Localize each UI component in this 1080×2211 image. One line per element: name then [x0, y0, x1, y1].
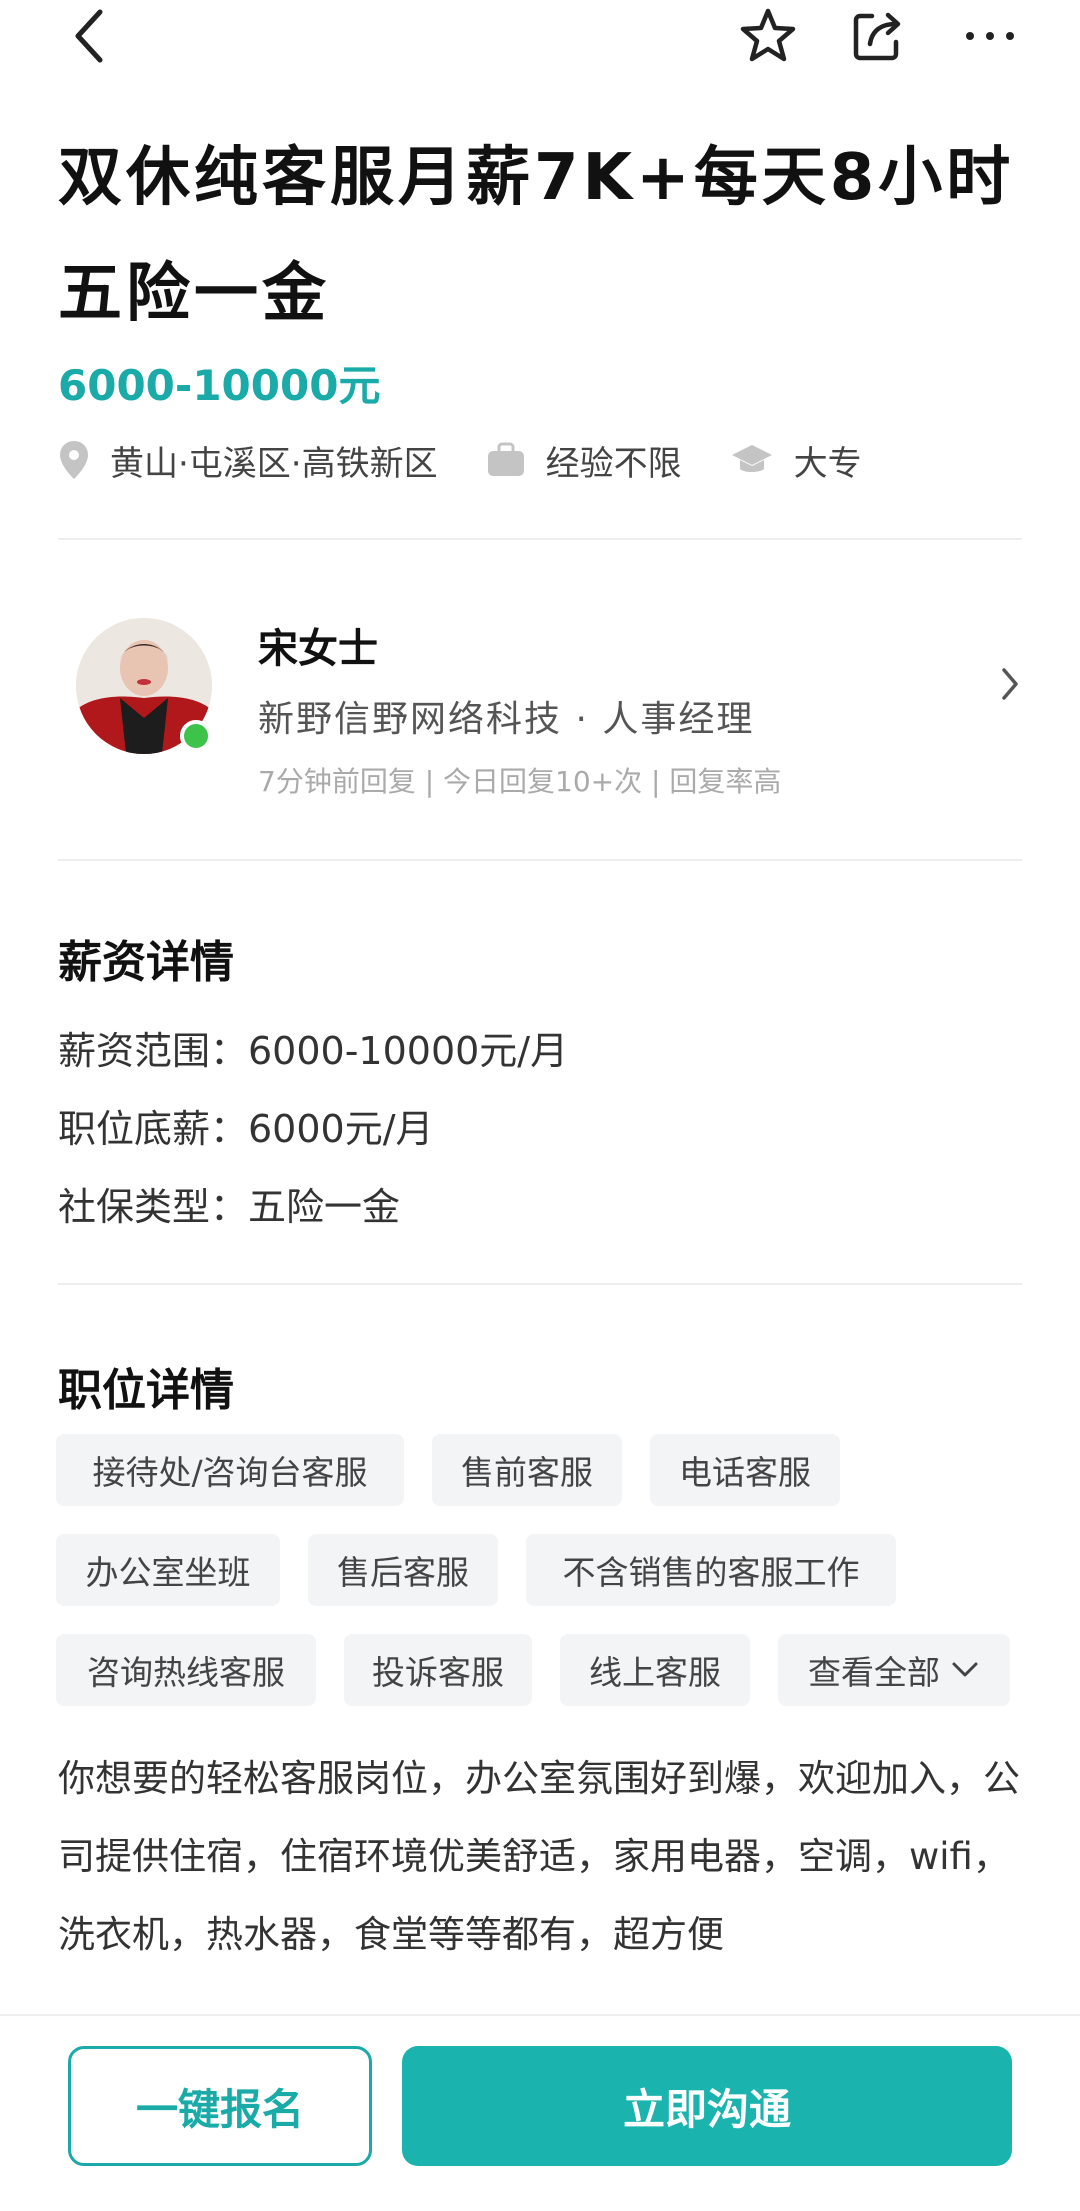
job-title: 双休纯客服月薪7K+每天8小时五险一金	[58, 141, 1015, 331]
education-text: 大专	[793, 443, 862, 484]
briefcase-icon	[487, 442, 524, 476]
view-all-tags-button[interactable]: 查看全部	[778, 1634, 1010, 1706]
social-insurance-type: 社保类型：五险一金	[58, 1185, 401, 1229]
job-meta: 黄山·屯溪区·高铁新区 经验不限 大专	[58, 430, 910, 490]
location-pin-icon	[60, 441, 88, 479]
more-icon[interactable]	[958, 4, 1022, 68]
location-text: 黄山·屯溪区·高铁新区	[110, 443, 438, 484]
job-description: 你想要的轻松客服岗位，办公室氛围好到爆，欢迎加入，公司提供住宿，住宿环境优美舒适…	[58, 1757, 1020, 1956]
experience-item: 经验不限	[486, 436, 682, 485]
position-tag: 线上客服	[560, 1634, 750, 1706]
education-item: 大专	[730, 436, 862, 485]
recruiter-card[interactable]: 宋女士 新野信野网络科技 · 人事经理 7分钟前回复 | 今日回复10+次 | …	[58, 610, 1022, 810]
position-tag: 售后客服	[308, 1534, 498, 1606]
salary-range: 薪资范围：6000-10000元/月	[58, 1029, 569, 1073]
view-all-label: 查看全部	[808, 1653, 940, 1692]
chevron-right-icon	[1002, 668, 1018, 700]
recruiter-company-role: 新野信野网络科技 · 人事经理	[258, 699, 755, 740]
share-icon[interactable]	[846, 4, 910, 68]
chat-now-button[interactable]: 立即沟通	[402, 2046, 1012, 2166]
position-details-title: 职位详情	[58, 1365, 234, 1416]
online-status-dot	[180, 720, 212, 752]
position-tag: 投诉客服	[344, 1634, 532, 1706]
divider	[58, 1283, 1022, 1285]
top-bar	[0, 0, 1080, 80]
position-tag: 电话客服	[650, 1434, 840, 1506]
one-click-signup-button[interactable]: 一键报名	[68, 2046, 372, 2166]
experience-text: 经验不限	[545, 443, 682, 484]
divider	[58, 859, 1022, 861]
recruiter-name: 宋女士	[258, 626, 378, 672]
graduation-cap-icon	[731, 445, 772, 472]
position-tag: 办公室坐班	[56, 1534, 280, 1606]
star-icon[interactable]	[736, 4, 800, 68]
recruiter-reply-status: 7分钟前回复 | 今日回复10+次 | 回复率高	[258, 765, 782, 798]
job-salary: 6000-10000元	[58, 361, 381, 410]
position-tag: 售前客服	[432, 1434, 622, 1506]
back-icon[interactable]	[58, 4, 122, 68]
location-item: 黄山·屯溪区·高铁新区	[58, 436, 438, 485]
divider	[58, 538, 1022, 540]
position-tag: 咨询热线客服	[56, 1634, 316, 1706]
salary-details-title: 薪资详情	[58, 937, 234, 988]
position-tag: 接待处/咨询台客服	[56, 1434, 404, 1506]
position-tag: 不含销售的客服工作	[526, 1534, 896, 1606]
bottom-action-bar: 一键报名 立即沟通	[0, 2014, 1080, 2211]
salary-base: 职位底薪：6000元/月	[58, 1107, 434, 1151]
chevron-down-icon	[952, 1662, 978, 1677]
